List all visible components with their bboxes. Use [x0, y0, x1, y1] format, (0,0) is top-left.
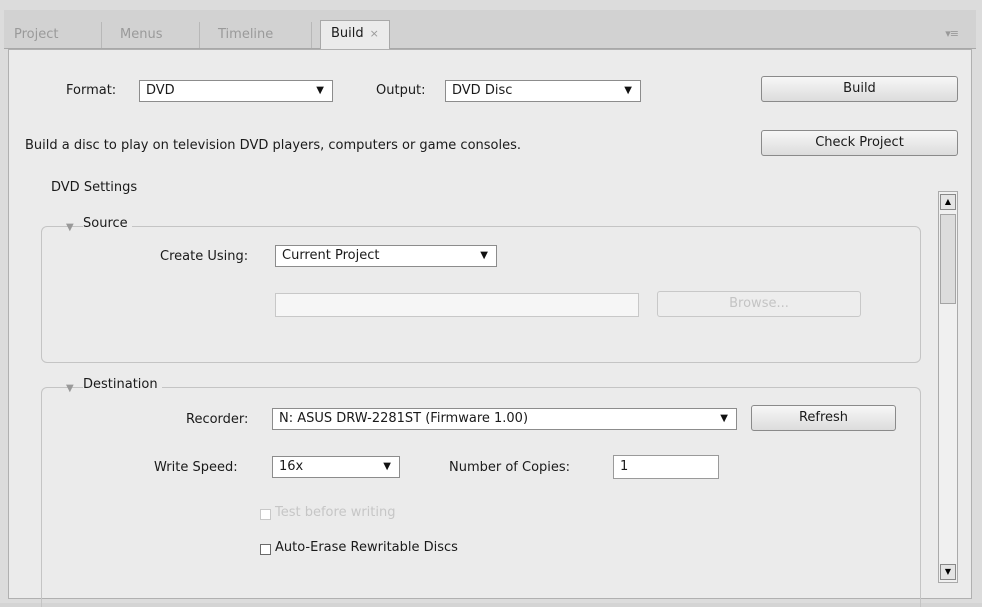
triangle-down-icon[interactable]: ▼	[66, 383, 74, 394]
create-using-label: Create Using:	[160, 249, 249, 264]
chevron-down-icon: ▼	[316, 85, 324, 96]
create-using-select[interactable]: Current Project ▼	[275, 245, 497, 267]
tab-build-label: Build	[331, 26, 364, 41]
browse-button[interactable]: Browse...	[657, 291, 861, 317]
refresh-button[interactable]: Refresh	[751, 405, 896, 431]
build-description: Build a disc to play on television DVD p…	[25, 138, 522, 153]
scrollbar-thumb[interactable]	[940, 214, 956, 304]
build-panel: Project Menus Timeline Build × ▾≡ Format:…	[0, 0, 982, 607]
write-speed-label: Write Speed:	[154, 460, 238, 475]
output-select[interactable]: DVD Disc ▼	[445, 80, 641, 102]
triangle-down-icon[interactable]: ▼	[66, 222, 74, 233]
format-select[interactable]: DVD ▼	[139, 80, 333, 102]
scroll-down-icon[interactable]: ▼	[940, 564, 956, 580]
tab-timeline[interactable]: Timeline	[200, 22, 312, 48]
check-project-button[interactable]: Check Project	[761, 130, 958, 156]
test-checkbox[interactable]	[260, 509, 271, 520]
tab-menus-label: Menus	[120, 27, 163, 42]
chevron-down-icon: ▼	[720, 413, 728, 424]
tab-timeline-label: Timeline	[218, 27, 274, 42]
scroll-up-icon[interactable]: ▲	[940, 194, 956, 210]
format-label: Format:	[66, 83, 117, 98]
vertical-scrollbar[interactable]: ▲ ▼	[938, 191, 958, 583]
destination-heading: Destination	[83, 377, 162, 392]
recorder-select[interactable]: N: ASUS DRW-2281ST (Firmware 1.00) ▼	[272, 408, 737, 430]
auto-erase-checkbox[interactable]	[260, 544, 271, 555]
build-button[interactable]: Build	[761, 76, 958, 102]
recorder-label: Recorder:	[186, 412, 249, 427]
output-value: DVD Disc	[452, 83, 513, 98]
format-value: DVD	[146, 83, 175, 98]
chevron-down-icon: ▼	[383, 461, 391, 472]
source-heading: Source	[83, 216, 132, 231]
tab-bar: Project Menus Timeline Build × ▾≡	[4, 10, 976, 50]
test-checkbox-label: Test before writing	[275, 505, 396, 520]
tab-project-label: Project	[14, 27, 59, 42]
tab-build[interactable]: Build ×	[320, 20, 390, 50]
tab-project[interactable]: Project	[4, 22, 102, 48]
output-label: Output:	[376, 83, 426, 98]
auto-erase-label: Auto-Erase Rewritable Discs	[275, 540, 458, 555]
copies-label: Number of Copies:	[449, 460, 571, 475]
chevron-down-icon: ▼	[624, 85, 632, 96]
build-content: Format: DVD ▼ Output: DVD Disc ▼ Build B…	[8, 49, 972, 607]
close-icon[interactable]: ×	[370, 27, 379, 40]
source-path-field[interactable]	[275, 293, 639, 317]
chevron-down-icon: ▼	[480, 250, 488, 261]
dvd-settings-heading: DVD Settings	[51, 180, 138, 195]
copies-field[interactable]: 1	[613, 455, 719, 479]
panel-menu-icon[interactable]: ▾≡	[945, 27, 959, 40]
tab-menus[interactable]: Menus	[102, 22, 200, 48]
recorder-value: N: ASUS DRW-2281ST (Firmware 1.00)	[279, 411, 529, 426]
write-speed-select[interactable]: 16x ▼	[272, 456, 400, 478]
write-speed-value: 16x	[279, 459, 304, 474]
create-using-value: Current Project	[282, 248, 380, 263]
